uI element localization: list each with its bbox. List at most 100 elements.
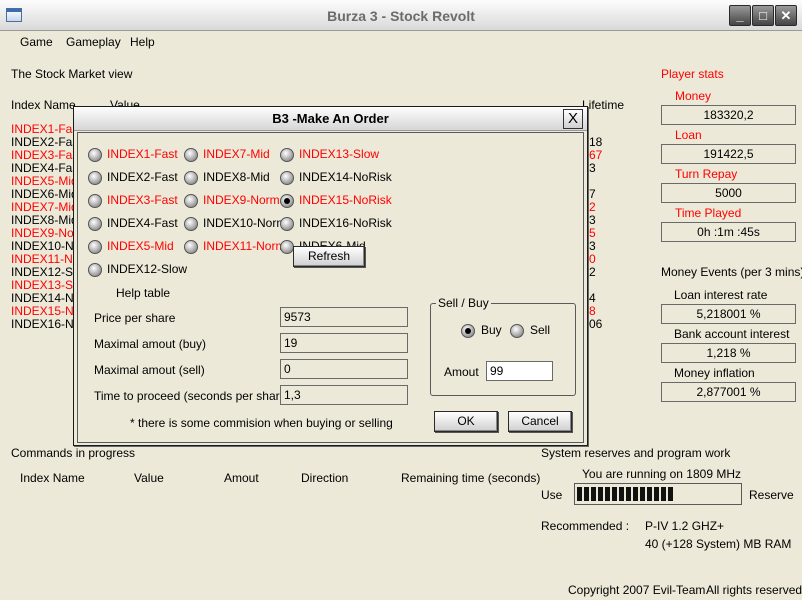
index-radio-label: INDEX11-Normal xyxy=(203,239,285,253)
market-row-name: INDEX16-NoRisk xyxy=(11,317,73,331)
index-radio[interactable] xyxy=(88,171,102,185)
title-bar: Burza 3 - Stock Revolt _ □ ✕ xyxy=(0,0,802,31)
max-buy-label: Maximal amout (buy) xyxy=(94,337,207,351)
loan-rate-value: 5,218001 % xyxy=(661,304,796,324)
bank-interest-value: 1,218 % xyxy=(661,343,796,363)
player-stats-title: Player stats xyxy=(661,67,724,81)
reserve-label: Reserve xyxy=(749,488,794,502)
sell-radio[interactable] xyxy=(510,324,524,338)
menu-bar: Game Gameplay Help xyxy=(0,31,802,53)
market-row-name: INDEX6-Mid xyxy=(11,187,73,201)
index-radio[interactable] xyxy=(184,171,198,185)
menu-game[interactable]: Game xyxy=(20,35,53,49)
refresh-button[interactable]: Refresh xyxy=(293,246,365,267)
market-row-lifetime: 3 xyxy=(589,239,596,253)
maximize-button[interactable]: □ xyxy=(752,5,774,26)
index-radio[interactable] xyxy=(280,240,294,254)
index-radio-label: INDEX4-Fast xyxy=(107,216,178,230)
rights: All rights reserved. xyxy=(706,583,802,597)
commands-header-index: Index Name xyxy=(20,471,85,485)
index-radio-label: INDEX2-Fast xyxy=(107,170,178,184)
price-label: Price per share xyxy=(94,311,176,325)
dialog-close-button[interactable]: X xyxy=(563,109,583,129)
index-radio-label: INDEX8-Mid xyxy=(203,170,270,184)
minimize-button[interactable]: _ xyxy=(729,5,751,26)
price-field: 9573 xyxy=(280,307,408,327)
index-radio-label: INDEX16-NoRisk xyxy=(299,216,392,230)
close-button[interactable]: ✕ xyxy=(775,5,797,26)
market-row-lifetime: 8 xyxy=(589,304,596,318)
max-buy-field: 19 xyxy=(280,333,408,353)
index-radio[interactable] xyxy=(88,148,102,162)
index-radio-label: INDEX13-Slow xyxy=(299,147,380,161)
buy-label: Buy xyxy=(481,323,502,337)
money-events-title: Money Events (per 3 mins) xyxy=(661,265,802,279)
index-radio[interactable] xyxy=(280,148,294,162)
index-radio[interactable] xyxy=(184,217,198,231)
copyright: Copyright 2007 Evil-Team xyxy=(568,583,706,597)
index-radio-label: INDEX9-Normal xyxy=(203,193,285,207)
window-title: Burza 3 - Stock Revolt xyxy=(327,8,475,24)
index-radio-label: INDEX7-Mid xyxy=(203,147,270,161)
system-title: System reserves and program work xyxy=(541,446,731,460)
index-radio-label: INDEX12-Slow xyxy=(107,262,188,276)
market-row-name: INDEX8-Mid xyxy=(11,213,73,227)
make-order-dialog: B3 -Make An Order X INDEX1-Fast INDEX7-Mi… xyxy=(73,106,588,446)
commission-note: * there is some commision when buying or… xyxy=(130,416,393,430)
amout-input[interactable]: 99 xyxy=(486,361,553,381)
index-radio[interactable] xyxy=(88,263,102,277)
sell-label: Sell xyxy=(530,323,551,337)
index-radio[interactable] xyxy=(280,171,294,185)
repay-label: Turn Repay xyxy=(675,167,738,181)
market-row-lifetime: 5 xyxy=(589,226,596,240)
recommended-label: Recommended : xyxy=(541,519,630,533)
index-radio[interactable] xyxy=(184,148,198,162)
system-usage-fill xyxy=(577,487,675,501)
index-radio-label: INDEX1-Fast xyxy=(107,147,178,161)
index-radio[interactable] xyxy=(88,217,102,231)
index-radio[interactable] xyxy=(280,217,294,231)
cancel-button[interactable]: Cancel xyxy=(508,411,572,432)
commands-header-value: Value xyxy=(134,471,164,485)
commands-header-remaining: Remaining time (seconds) xyxy=(401,471,541,485)
market-header-lifetime: Lifetime xyxy=(582,98,625,112)
market-row-name: INDEX11-Normal xyxy=(11,252,73,266)
market-header-index: Index Name xyxy=(11,98,76,112)
money-value: 183320,2 xyxy=(661,105,796,125)
market-row-lifetime: 0 xyxy=(589,252,596,266)
market-row-name: INDEX9-Normal xyxy=(11,226,73,240)
market-row-lifetime: 67 xyxy=(589,148,603,162)
ok-button[interactable]: OK xyxy=(434,411,498,432)
market-row-name: INDEX14-NoRisk xyxy=(11,291,73,305)
max-sell-label: Maximal amout (sell) xyxy=(94,363,205,377)
index-radio-label: INDEX15-NoRisk xyxy=(299,193,392,207)
index-radio[interactable] xyxy=(184,240,198,254)
buy-radio[interactable] xyxy=(461,324,475,338)
market-row-lifetime: 4 xyxy=(589,291,596,305)
sell-buy-group: Sell / Buy Buy Sell Amout 99 xyxy=(430,296,576,396)
market-row-name: INDEX12-Slow xyxy=(11,265,73,279)
money-label: Money xyxy=(675,89,712,103)
time-played-label: Time Played xyxy=(675,206,742,220)
market-row-lifetime: 2 xyxy=(589,200,596,214)
index-radio[interactable] xyxy=(88,240,102,254)
menu-help[interactable]: Help xyxy=(130,35,155,49)
market-row-name: INDEX4-Fast xyxy=(11,161,73,175)
max-sell-field: 0 xyxy=(280,359,408,379)
index-radio[interactable] xyxy=(280,194,294,208)
dialog-title: B3 -Make An Order xyxy=(74,107,587,131)
market-row-name: INDEX7-Mid xyxy=(11,200,73,214)
market-row-lifetime: 7 xyxy=(589,187,596,201)
inflation-label: Money inflation xyxy=(674,366,755,380)
time-proceed-label: Time to proceed (seconds per share) xyxy=(94,389,291,403)
dialog-body: INDEX1-Fast INDEX7-Mid INDEX13-Slow INDEX2-… xyxy=(77,132,584,443)
menu-gameplay[interactable]: Gameplay xyxy=(66,35,121,49)
index-radio[interactable] xyxy=(88,194,102,208)
index-radio[interactable] xyxy=(184,194,198,208)
loan-label: Loan xyxy=(675,128,702,142)
market-row-name: INDEX1-Fast xyxy=(11,122,73,136)
use-label: Use xyxy=(541,488,563,502)
amout-label: Amout xyxy=(444,365,479,379)
sell-buy-title: Sell / Buy xyxy=(436,296,491,310)
mhz-text: You are running on 1809 MHz xyxy=(582,467,741,481)
